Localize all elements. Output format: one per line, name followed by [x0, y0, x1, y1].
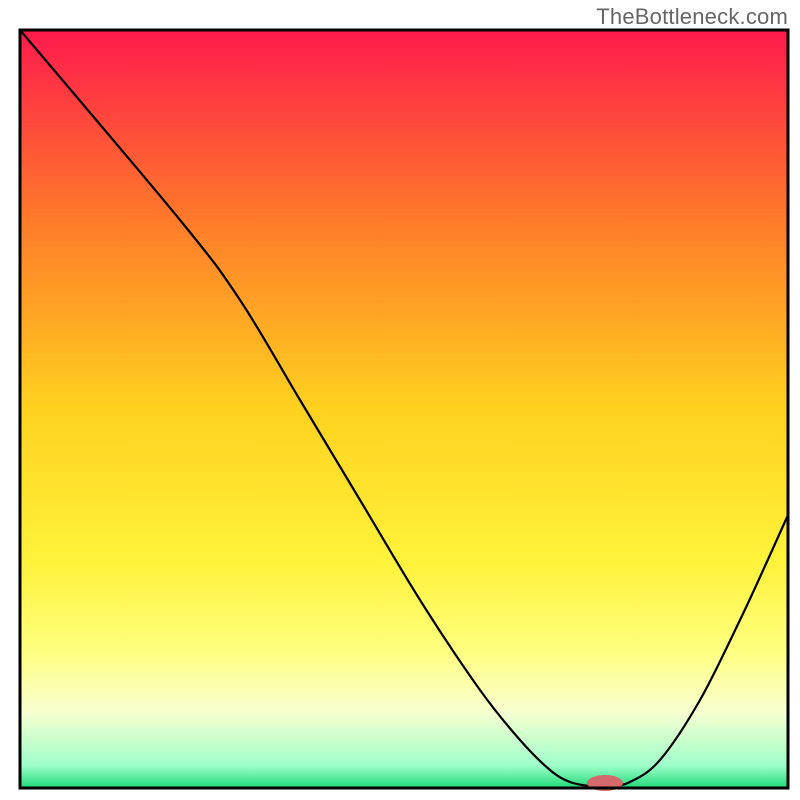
chart-svg — [0, 0, 800, 800]
plot-background — [20, 30, 788, 788]
chart-canvas: TheBottleneck.com — [0, 0, 800, 800]
